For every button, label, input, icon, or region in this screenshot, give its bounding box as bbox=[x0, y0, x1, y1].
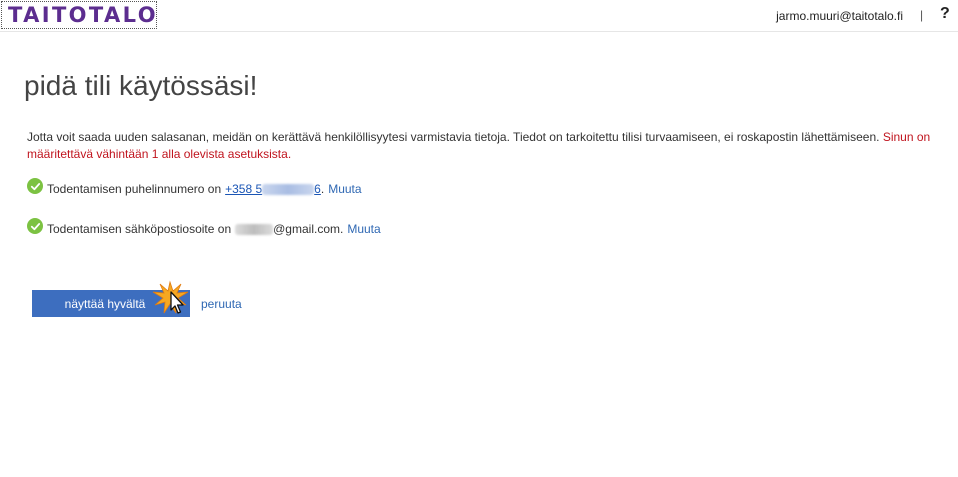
check-circle-icon bbox=[27, 178, 43, 194]
intro-description: Jotta voit saada uuden salasanan, meidän… bbox=[27, 130, 880, 144]
intro-text: Jotta voit saada uuden salasanan, meidän… bbox=[27, 129, 937, 163]
header-separator: | bbox=[920, 8, 924, 22]
mouse-pointer-icon bbox=[152, 280, 189, 314]
phone-label: Todentamisen puhelinnumero on bbox=[47, 182, 222, 196]
top-bar: TAITOTALO jarmo.muuri@taitotalo.fi | ? bbox=[0, 0, 958, 32]
user-email[interactable]: jarmo.muuri@taitotalo.fi bbox=[776, 9, 903, 23]
cancel-link[interactable]: peruuta bbox=[201, 297, 242, 311]
phone-number-suffix: 6 bbox=[314, 182, 321, 196]
email-verification-row: Todentamisen sähköpostiosoite on @gmail.… bbox=[27, 218, 381, 237]
check-circle-icon bbox=[27, 218, 43, 234]
email-domain: @gmail.com. bbox=[273, 222, 344, 236]
change-email-link[interactable]: Muuta bbox=[347, 222, 380, 236]
taitotalo-logo[interactable]: TAITOTALO bbox=[1, 1, 157, 29]
change-phone-link[interactable]: Muuta bbox=[328, 182, 361, 196]
page-title: pidä tili käytössäsi! bbox=[24, 70, 258, 101]
phone-number-prefix: +358 5 bbox=[225, 182, 263, 196]
redacted-phone bbox=[262, 184, 315, 196]
redacted-email bbox=[235, 223, 274, 235]
email-label: Todentamisen sähköpostiosoite on bbox=[47, 222, 232, 236]
phone-verification-row: Todentamisen puhelinnumero on +358 56. M… bbox=[27, 178, 362, 197]
phone-number-link[interactable]: +358 5 6 bbox=[225, 182, 321, 196]
help-button[interactable]: ? bbox=[940, 5, 950, 23]
